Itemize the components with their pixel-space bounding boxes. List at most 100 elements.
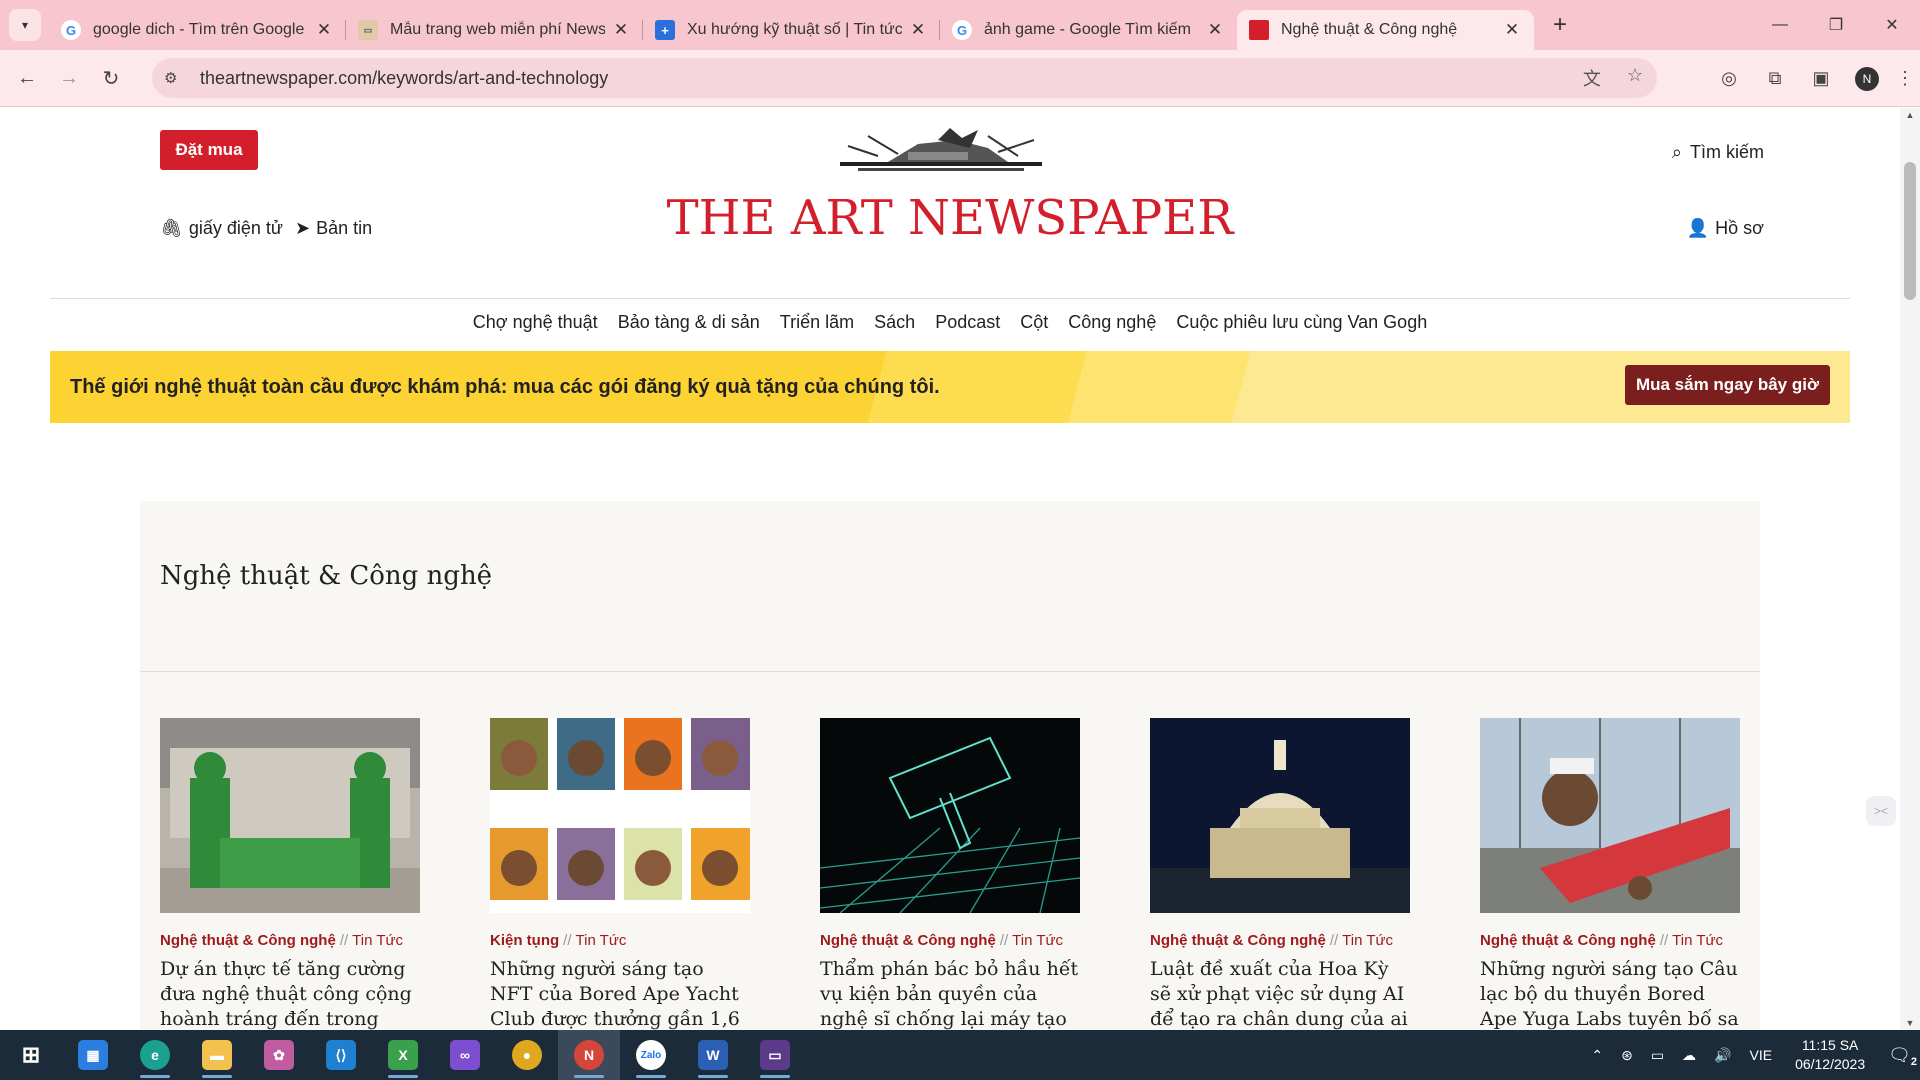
article-type[interactable]: Tin Tức bbox=[352, 932, 403, 949]
visual-studio-icon[interactable]: ∞ bbox=[434, 1030, 496, 1080]
article-card[interactable]: Nghệ thuật & Công nghệ//Tin Tức Những ng… bbox=[1480, 718, 1740, 1030]
windows-start-icon[interactable]: ⊞ bbox=[0, 1030, 62, 1080]
article-category[interactable]: Kiện tụng bbox=[490, 932, 559, 949]
tab[interactable]: ▭ Mẫu trang web miễn phí News ✕ bbox=[346, 10, 643, 50]
article-headline[interactable]: Những người sáng tạo NFT của Bored Ape Y… bbox=[490, 957, 750, 1030]
chrome-icon[interactable]: ● bbox=[496, 1030, 558, 1080]
nav-item[interactable]: Triển lãm bbox=[780, 312, 854, 333]
language-indicator[interactable]: VIE bbox=[1749, 1047, 1772, 1063]
nav-item[interactable]: Cột bbox=[1020, 312, 1048, 333]
plus-icon: + bbox=[655, 20, 675, 40]
extension-compass-icon[interactable]: ◎ bbox=[1706, 68, 1752, 89]
article-type[interactable]: Tin Tức bbox=[1342, 932, 1393, 949]
menu-kebab-icon[interactable]: ⋮ bbox=[1890, 68, 1920, 89]
close-tab-icon[interactable]: ✕ bbox=[314, 20, 334, 40]
url-text[interactable]: theartnewspaper.com/keywords/art-and-tec… bbox=[200, 68, 608, 89]
battery-icon[interactable]: ▭ bbox=[1651, 1047, 1664, 1064]
article-card[interactable]: Kiện tụng//Tin Tức Những người sáng tạo … bbox=[490, 718, 750, 1030]
article-image[interactable] bbox=[819, 718, 1081, 914]
article-headline[interactable]: Những người sáng tạo Câu lạc bộ du thuyề… bbox=[1480, 957, 1740, 1030]
nav-item[interactable]: Bảo tàng & di sản bbox=[618, 312, 760, 333]
tab[interactable]: + Xu hướng kỹ thuật số | Tin tức c ✕ bbox=[643, 10, 940, 50]
photos-icon[interactable]: ✿ bbox=[248, 1030, 310, 1080]
forward-icon[interactable]: → bbox=[49, 58, 89, 98]
article-headline[interactable]: Luật đề xuất của Hoa Kỳ sẽ xử phạt việc … bbox=[1150, 957, 1410, 1030]
article-type[interactable]: Tin Tức bbox=[1012, 932, 1063, 949]
scroll-up-icon[interactable]: ▲ bbox=[1900, 110, 1920, 120]
bookmark-star-icon[interactable]: ☆ bbox=[1627, 65, 1643, 91]
word-icon[interactable]: W bbox=[682, 1030, 744, 1080]
nav-item[interactable]: Chợ nghệ thuật bbox=[473, 312, 598, 333]
new-tab-button[interactable]: + bbox=[1540, 11, 1580, 39]
epaper-link[interactable]: 🖇 giấy điện tử bbox=[160, 218, 283, 239]
minimize-icon[interactable]: — bbox=[1752, 0, 1808, 50]
close-tab-icon[interactable]: ✕ bbox=[908, 20, 928, 40]
send-icon: ➤ bbox=[294, 218, 311, 238]
nav-item[interactable]: Sách bbox=[874, 312, 915, 333]
translate-widget-icon[interactable]: >< bbox=[1866, 796, 1896, 826]
tab-search-dropdown[interactable]: ▾ bbox=[9, 9, 41, 41]
article-type[interactable]: Tin Tức bbox=[576, 932, 627, 949]
clock[interactable]: 11:15 SA 06/12/2023 bbox=[1795, 1036, 1865, 1074]
article-category[interactable]: Nghệ thuật & Công nghệ bbox=[1480, 932, 1656, 949]
excel-icon[interactable]: X bbox=[372, 1030, 434, 1080]
close-tab-icon[interactable]: ✕ bbox=[1205, 20, 1225, 40]
file-explorer-icon[interactable]: ▬ bbox=[186, 1030, 248, 1080]
close-tab-icon[interactable]: ✕ bbox=[1502, 20, 1522, 40]
site-logo[interactable]: THE ART NEWSPAPER bbox=[600, 190, 1300, 246]
chevron-up-icon[interactable]: ⌃ bbox=[1591, 1047, 1603, 1064]
article-list: Nghệ thuật & Công nghệ//Tin Tức Dự án th… bbox=[160, 718, 1740, 1030]
scroll-thumb[interactable] bbox=[1904, 162, 1916, 300]
subscribe-button[interactable]: Đặt mua bbox=[160, 130, 258, 170]
nav-item[interactable]: Công nghệ bbox=[1068, 312, 1156, 333]
article-category[interactable]: Nghệ thuật & Công nghệ bbox=[1150, 932, 1326, 949]
clock-time: 11:15 SA bbox=[1801, 1037, 1859, 1053]
tab[interactable]: G ảnh game - Google Tìm kiếm ✕ bbox=[940, 10, 1237, 50]
site-info-icon[interactable]: ⚙ bbox=[164, 69, 190, 87]
reload-icon[interactable]: ↻ bbox=[91, 58, 131, 98]
article-card[interactable]: Nghệ thuật & Công nghệ//Tin Tức Luật đề … bbox=[1150, 718, 1410, 1030]
network-icon[interactable]: ⊛ bbox=[1621, 1047, 1633, 1064]
article-image[interactable] bbox=[160, 718, 420, 913]
newsletter-link[interactable]: ➤ Bản tin bbox=[295, 218, 372, 239]
nav-item[interactable]: Podcast bbox=[935, 312, 1000, 333]
article-image[interactable] bbox=[490, 718, 750, 913]
shop-now-button[interactable]: Mua sắm ngay bây giờ bbox=[1625, 365, 1830, 405]
volume-icon[interactable]: 🔊 bbox=[1714, 1047, 1731, 1064]
article-headline[interactable]: Dự án thực tế tăng cường đưa nghệ thuật … bbox=[160, 957, 420, 1030]
article-headline[interactable]: Thẩm phán bác bỏ hầu hết vụ kiện bản quy… bbox=[820, 957, 1080, 1030]
extensions-puzzle-icon[interactable]: ⧉ bbox=[1752, 68, 1798, 89]
page-scrollbar[interactable]: ▲ ▼ bbox=[1900, 108, 1920, 1030]
search-link[interactable]: ⌕ Tìm kiếm bbox=[1672, 142, 1764, 163]
translate-icon[interactable]: 文 bbox=[1583, 65, 1601, 91]
profile-avatar[interactable]: N bbox=[1855, 66, 1879, 91]
article-category[interactable]: Nghệ thuật & Công nghệ bbox=[160, 932, 336, 949]
notification-icon[interactable]: 🗨 2 bbox=[1888, 1045, 1917, 1068]
article-card[interactable]: Nghệ thuật & Công nghệ//Tin Tức Dự án th… bbox=[160, 718, 420, 1030]
terminal-icon[interactable]: ▭ bbox=[744, 1030, 806, 1080]
close-window-icon[interactable]: ✕ bbox=[1864, 0, 1920, 50]
article-image[interactable] bbox=[1480, 718, 1740, 913]
tab[interactable]: G google dich - Tìm trên Google ✕ bbox=[49, 10, 346, 50]
back-icon[interactable]: ← bbox=[7, 58, 47, 98]
article-card[interactable]: Nghệ thuật & Công nghệ//Tin Tức Thẩm phá… bbox=[819, 718, 1081, 1030]
article-type[interactable]: Tin Tức bbox=[1672, 932, 1723, 949]
restore-icon[interactable]: ❐ bbox=[1808, 0, 1864, 50]
edge-icon[interactable]: e bbox=[124, 1030, 186, 1080]
profile-link[interactable]: 👤 Hồ sơ bbox=[1687, 218, 1764, 239]
nav-item[interactable]: Cuộc phiêu lưu cùng Van Gogh bbox=[1176, 312, 1427, 333]
side-panel-icon[interactable]: ▣ bbox=[1798, 68, 1844, 89]
close-tab-icon[interactable]: ✕ bbox=[611, 20, 631, 40]
chrome-profile-icon[interactable]: N bbox=[558, 1030, 620, 1080]
article-image[interactable] bbox=[1150, 718, 1410, 913]
store-icon[interactable]: ▦ bbox=[62, 1030, 124, 1080]
scroll-down-icon[interactable]: ▼ bbox=[1900, 1018, 1920, 1028]
address-bar[interactable]: ⚙ theartnewspaper.com/keywords/art-and-t… bbox=[152, 58, 1657, 98]
google-icon: G bbox=[61, 20, 81, 40]
vscode-icon[interactable]: ⟨⟩ bbox=[310, 1030, 372, 1080]
zalo-icon[interactable]: Zalo bbox=[620, 1030, 682, 1080]
profile-label: Hồ sơ bbox=[1715, 218, 1764, 238]
tab-active[interactable]: Nghệ thuật & Công nghệ ✕ bbox=[1237, 10, 1534, 50]
article-category[interactable]: Nghệ thuật & Công nghệ bbox=[820, 932, 996, 949]
onedrive-cloud-icon[interactable]: ☁ bbox=[1682, 1047, 1696, 1064]
